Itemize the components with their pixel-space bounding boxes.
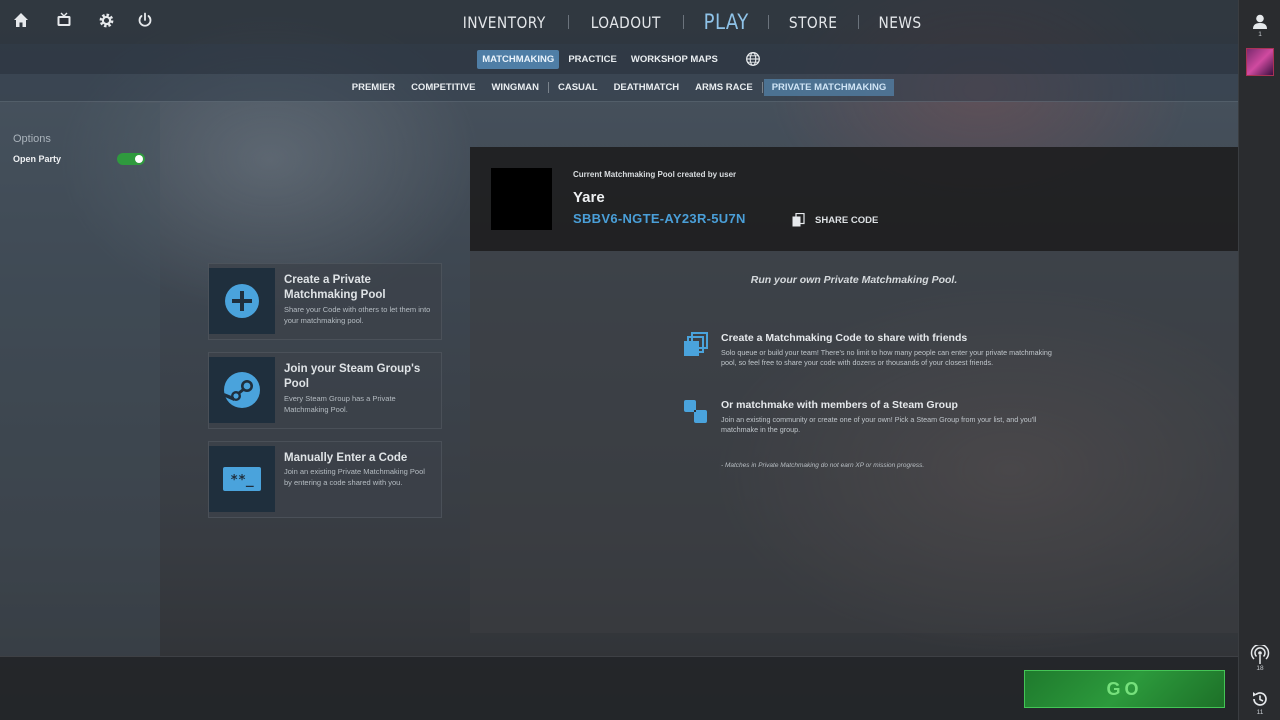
friends-count: 1 [1258, 31, 1262, 38]
tab-competitive[interactable]: COMPETITIVE [403, 79, 483, 96]
info-title: Or matchmake with members of a Steam Gro… [721, 399, 958, 411]
steam-icon [209, 357, 275, 423]
open-party-label: Open Party [13, 154, 62, 164]
friend-avatar[interactable] [1246, 48, 1274, 76]
card-description: Share your Code with others to let them … [284, 305, 431, 325]
share-code-label: SHARE CODE [815, 214, 879, 226]
pool-info-panel: Run your own Private Matchmaking Pool. C… [470, 251, 1238, 633]
pool-header: Current Matchmaking Pool created by user… [470, 147, 1238, 251]
info-title: Create a Matchmaking Code to share with … [721, 332, 968, 344]
nav-inventory[interactable]: INVENTORY [449, 13, 559, 32]
nav-divider [857, 15, 859, 29]
code-entry-icon: **_ [209, 446, 275, 512]
card-title: Create a Private Matchmaking Pool [284, 274, 386, 301]
main-nav: INVENTORY LOADOUT PLAY STORE NEWS [440, 0, 941, 44]
info-text: Join an existing community or create one… [721, 415, 1037, 434]
options-panel: Options Open Party [0, 103, 160, 656]
nav-divider [768, 15, 770, 29]
mode-divider [761, 82, 763, 93]
tv-icon[interactable] [54, 12, 74, 32]
enter-code-card[interactable]: **_ Manually Enter a Code Join an existi… [208, 441, 442, 518]
tab-workshop-maps[interactable]: WORKSHOP MAPS [626, 50, 723, 69]
avatar [491, 168, 552, 230]
tab-casual[interactable]: CASUAL [550, 79, 606, 96]
nav-play[interactable]: PLAY [690, 10, 763, 34]
nav-divider [568, 15, 570, 29]
history-icon[interactable] [1250, 689, 1270, 709]
friends-sidebar: 1 18 11 [1238, 0, 1280, 720]
copy-icon [792, 213, 805, 227]
power-icon[interactable] [135, 12, 155, 32]
pool-code: SBBV6-NGTE-AY23R-5U7N [573, 211, 746, 226]
history-count: 11 [1256, 709, 1264, 716]
svg-text:**_: **_ [230, 473, 254, 488]
card-description: Every Steam Group has a Private Matchmak… [284, 394, 396, 414]
create-pool-card[interactable]: Create a Private Matchmaking Pool Share … [208, 263, 442, 340]
go-button[interactable]: GO [1024, 670, 1225, 708]
globe-icon[interactable] [745, 51, 761, 67]
person-icon[interactable] [1250, 12, 1270, 32]
pool-note: - Matches in Private Matchmaking do not … [721, 462, 925, 469]
pool-headline: Run your own Private Matchmaking Pool. [750, 274, 958, 286]
share-code-button[interactable]: SHARE CODE [792, 213, 878, 227]
pool-owner-name: Yare [573, 189, 605, 206]
info-text: Solo queue or build your team! There's n… [721, 348, 1052, 367]
gear-icon[interactable] [96, 12, 116, 32]
card-title: Manually Enter a Code [284, 452, 408, 464]
mode-tabs: PREMIER COMPETITIVE WINGMAN CASUAL DEATH… [0, 74, 1238, 102]
card-title: Join your Steam Group's Pool [284, 363, 421, 390]
tab-wingman[interactable]: WINGMAN [483, 79, 547, 96]
card-description: Join an existing Private Matchmaking Poo… [284, 467, 425, 487]
play-subnav: MATCHMAKING PRACTICE WORKSHOP MAPS [0, 44, 1238, 74]
tab-deathmatch[interactable]: DEATHMATCH [606, 79, 688, 96]
top-bar: INVENTORY LOADOUT PLAY STORE NEWS [0, 0, 1238, 44]
steam-group-card[interactable]: Join your Steam Group's Pool Every Steam… [208, 352, 442, 429]
group-icon [682, 398, 710, 426]
signal-count: 18 [1256, 665, 1264, 672]
nav-loadout[interactable]: LOADOUT [577, 13, 675, 32]
mode-divider [547, 82, 549, 93]
plus-circle-icon [209, 268, 275, 334]
nav-news[interactable]: NEWS [864, 13, 935, 32]
open-party-toggle[interactable] [117, 153, 145, 165]
tab-private-matchmaking[interactable]: PRIVATE MATCHMAKING [763, 79, 895, 96]
pool-caption: Current Matchmaking Pool created by user [573, 170, 737, 179]
nav-store[interactable]: STORE [776, 13, 852, 32]
home-icon[interactable] [11, 12, 31, 32]
nav-divider [682, 15, 684, 29]
stack-icon [682, 332, 710, 360]
tab-matchmaking[interactable]: MATCHMAKING [477, 49, 560, 69]
broadcast-icon[interactable] [1250, 643, 1270, 665]
tab-premier[interactable]: PREMIER [344, 79, 403, 96]
go-label: GO [1106, 678, 1143, 699]
tab-arms-race[interactable]: ARMS RACE [687, 79, 761, 96]
tab-practice[interactable]: PRACTICE [563, 50, 622, 69]
options-heading: Options [13, 133, 51, 145]
